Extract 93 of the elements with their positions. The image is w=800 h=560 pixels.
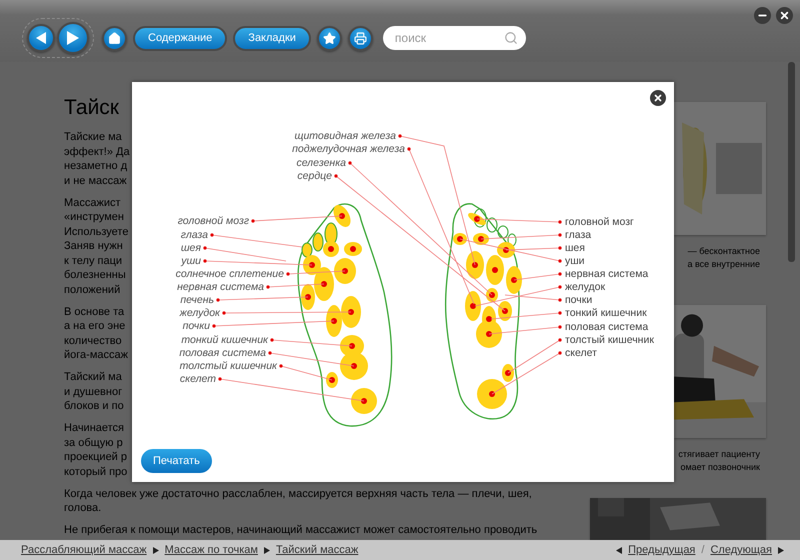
close-icon bbox=[653, 93, 663, 103]
image-caption: — бесконтактное bbox=[688, 245, 760, 258]
article-text-line: блоков и по bbox=[64, 399, 124, 414]
article-text-line: Начинается bbox=[64, 421, 124, 436]
home-button[interactable] bbox=[102, 26, 127, 50]
back-button[interactable] bbox=[27, 24, 55, 52]
close-icon bbox=[779, 10, 790, 21]
article-text-line: за общую р bbox=[64, 436, 123, 450]
article-text-line: голова. bbox=[64, 501, 102, 516]
search-icon bbox=[504, 31, 518, 45]
article-text-line: а на его эне bbox=[64, 319, 126, 334]
article-text-line: В основе та bbox=[64, 304, 124, 319]
article-text-line: болезненны bbox=[64, 268, 126, 282]
diagram-label: половая система bbox=[565, 321, 648, 333]
diagram-label: глаза bbox=[565, 229, 592, 241]
leader-line bbox=[492, 351, 562, 394]
breadcrumb-link[interactable]: Тайский массаж bbox=[276, 544, 358, 556]
diagram-label: глаза bbox=[180, 229, 208, 241]
diagram-label: тонкий кишечник bbox=[565, 307, 647, 319]
triangle-right-icon bbox=[778, 546, 784, 554]
diagram-label: нервная система bbox=[177, 281, 264, 293]
article-text-line: Тайские ма bbox=[64, 130, 122, 144]
article-text-line: эффект!» Да bbox=[64, 144, 130, 159]
forward-button[interactable] bbox=[57, 22, 89, 54]
pager-separator: / bbox=[701, 544, 704, 556]
article-text-line: «инструмен bbox=[64, 210, 124, 224]
article-text-line: и душевног bbox=[64, 384, 122, 399]
printer-icon bbox=[354, 32, 367, 44]
breadcrumb-link[interactable]: Массаж по точкам bbox=[164, 544, 258, 556]
diagram-label: половая система bbox=[179, 347, 266, 359]
home-icon bbox=[108, 32, 121, 44]
article-text-line: Когда человек уже достаточно расслаблен, массируется верхняя часть тела — плечи, шея, bbox=[64, 486, 532, 501]
scrollbar[interactable] bbox=[788, 62, 795, 262]
triangle-left-icon bbox=[36, 32, 46, 44]
image-caption: омает позвоночник bbox=[680, 461, 760, 474]
triangle-left-icon bbox=[616, 546, 622, 554]
diagram-label: щитовидная железа bbox=[294, 130, 396, 142]
toolbar-button[interactable]: Закладки bbox=[233, 26, 311, 50]
image-caption: стягивает пациенту bbox=[678, 448, 760, 461]
print-button[interactable]: Печатать bbox=[141, 449, 212, 473]
image-caption: а все внутренние bbox=[687, 258, 760, 271]
diagram-label: толстый кишечник bbox=[180, 360, 277, 372]
print-button[interactable] bbox=[348, 26, 373, 50]
diagram-label: нервная система bbox=[565, 268, 648, 280]
diagram-label: уши bbox=[565, 255, 585, 267]
star-icon bbox=[322, 32, 336, 44]
close-button[interactable] bbox=[650, 90, 666, 106]
diagram-label: скелет bbox=[565, 347, 597, 359]
search-field[interactable]: поиск bbox=[382, 26, 526, 50]
triangle-right-icon bbox=[152, 546, 159, 554]
diagram-label: тонкий кишечник bbox=[181, 334, 268, 346]
toolbar-button[interactable]: Содержание bbox=[133, 26, 228, 50]
triangle-right-icon bbox=[67, 31, 79, 45]
diagram-label: поджелудочная железа bbox=[292, 143, 405, 155]
article-text-line: и не массаж bbox=[64, 174, 127, 188]
previous-link[interactable]: Предыдущая bbox=[628, 544, 696, 556]
diagram-label: толстый кишечник bbox=[565, 334, 654, 346]
article-text-line: Массажист bbox=[64, 196, 121, 210]
article-text-line: незаметно д bbox=[64, 159, 128, 174]
diagram-label: печень bbox=[180, 294, 214, 306]
article-text-line: который про bbox=[64, 464, 128, 479]
diagram-label: уши bbox=[181, 255, 201, 267]
diagram-label: сердце bbox=[297, 170, 332, 182]
article-text-line: Заняв нужн bbox=[64, 239, 123, 254]
diagram-label: селезенка bbox=[296, 157, 346, 169]
diagram-label: желудок bbox=[180, 307, 220, 319]
article-text-line: к телу паци bbox=[64, 254, 122, 268]
diagram-label: скелет bbox=[180, 373, 216, 385]
breadcrumb-link[interactable]: Расслабляющий массаж bbox=[21, 544, 147, 556]
article-text-line: Тайский ма bbox=[64, 370, 122, 384]
close-button[interactable] bbox=[776, 7, 793, 24]
diagram-label: головной мозг bbox=[565, 216, 634, 228]
article-text-line: проекцией р bbox=[64, 450, 128, 464]
leader-line bbox=[266, 284, 324, 289]
article-text-line: йога-массаж bbox=[64, 348, 128, 362]
diagram-label: солнечное сплетение bbox=[176, 268, 284, 280]
article-text-line: Используете bbox=[64, 224, 128, 239]
diagram-label: головной мозг bbox=[178, 215, 249, 227]
next-link[interactable]: Следующая bbox=[710, 544, 772, 556]
triangle-right-icon bbox=[264, 546, 270, 554]
diagram-label: шея bbox=[565, 242, 585, 254]
article-text-line: количество bbox=[64, 334, 122, 348]
leader-line bbox=[514, 272, 562, 280]
diagram-label: почки bbox=[565, 294, 592, 306]
article-text-line: положений bbox=[64, 282, 120, 297]
diagram-label: шея bbox=[180, 242, 201, 254]
minimize-button[interactable] bbox=[754, 7, 771, 24]
diagram-label: желудок bbox=[565, 281, 606, 293]
article-text-line: Не прибегая к помощи мастеров, начинающий массажист может самостоятельно проводить bbox=[64, 523, 538, 538]
leader-line bbox=[508, 338, 562, 374]
article-heading: Тайск bbox=[64, 96, 119, 120]
bookmark-button[interactable] bbox=[316, 26, 342, 50]
diagram-label: почки bbox=[182, 320, 210, 332]
